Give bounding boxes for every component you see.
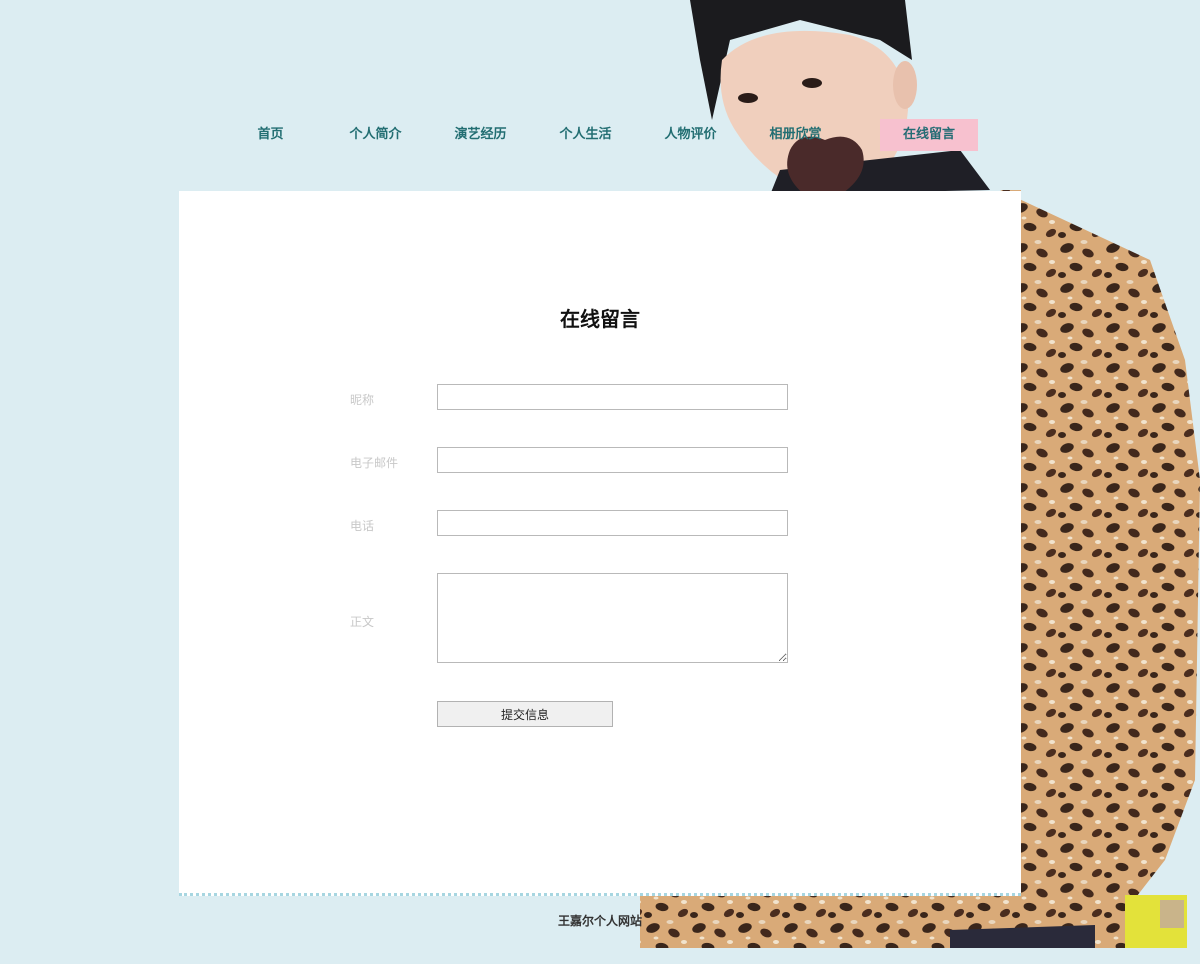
nav-item-life[interactable]: 个人生活 [533, 119, 638, 151]
nav-item-home[interactable]: 首页 [218, 119, 323, 151]
body-textarea[interactable] [437, 573, 788, 663]
nav-item-guestbook[interactable]: 在线留言 [880, 119, 978, 151]
content-panel: 在线留言 昵称 电子邮件 电话 正文 提交信息 [179, 191, 1021, 896]
body-label: 正文 [350, 615, 375, 629]
nav-link-home[interactable]: 首页 [218, 119, 323, 151]
phone-input[interactable] [437, 510, 788, 536]
nav-item-profile[interactable]: 个人简介 [323, 119, 428, 151]
nickname-input[interactable] [437, 384, 788, 410]
nav-link-reviews[interactable]: 人物评价 [638, 119, 743, 151]
page-title: 在线留言 [560, 307, 640, 331]
nav-link-career[interactable]: 演艺经历 [428, 119, 533, 151]
nav-link-guestbook[interactable]: 在线留言 [880, 119, 978, 151]
phone-label: 电话 [350, 519, 375, 533]
nav-item-reviews[interactable]: 人物评价 [638, 119, 743, 151]
nickname-label: 昵称 [350, 393, 375, 407]
nav-item-gallery[interactable]: 相册欣赏 [743, 119, 848, 151]
email-input[interactable] [437, 447, 788, 473]
nav-link-life[interactable]: 个人生活 [533, 119, 638, 151]
footer-site-name: 王嘉尔个人网站 [557, 914, 642, 928]
nav-link-gallery[interactable]: 相册欣赏 [743, 119, 848, 151]
nav-item-career[interactable]: 演艺经历 [428, 119, 533, 151]
submit-button[interactable]: 提交信息 [437, 701, 613, 727]
nav-link-profile[interactable]: 个人简介 [323, 119, 428, 151]
email-label: 电子邮件 [350, 456, 399, 470]
